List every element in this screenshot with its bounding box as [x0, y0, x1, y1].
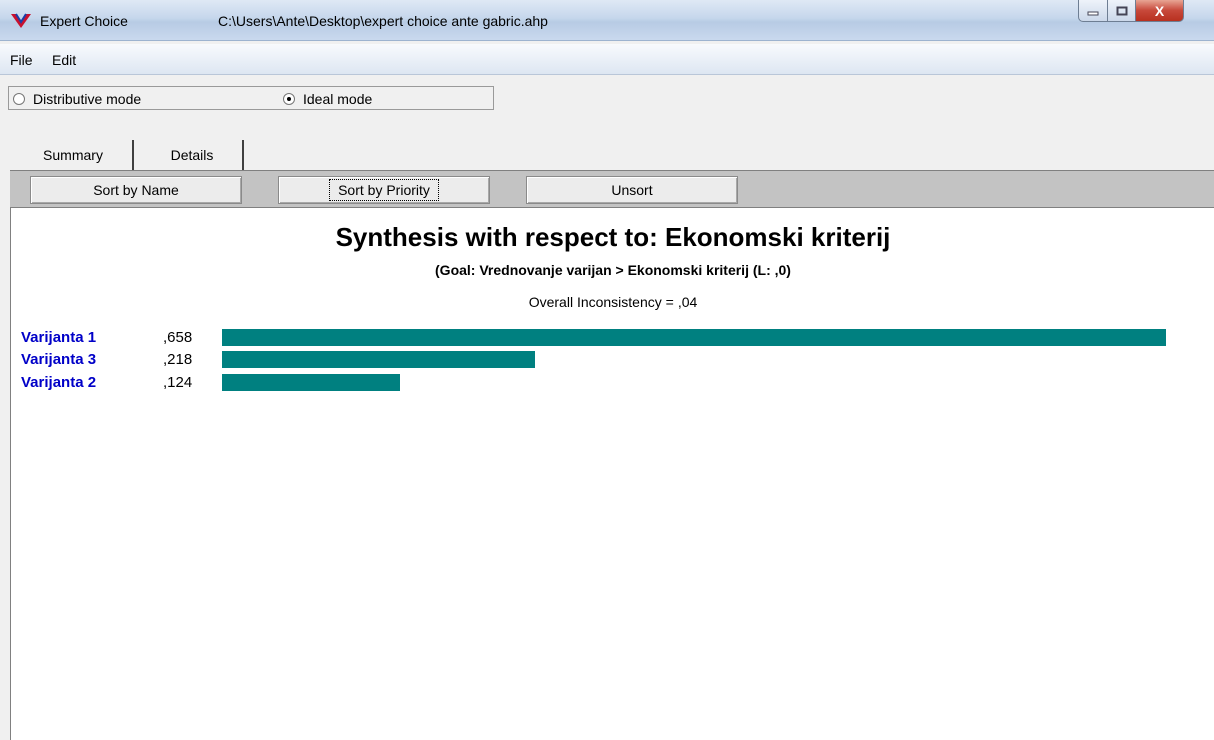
expert-choice-logo-icon: [11, 13, 31, 28]
radio-unchecked-icon: [13, 93, 25, 105]
priority-bar-row: Varijanta 3 ,218: [11, 349, 1214, 371]
minimize-icon: [1087, 11, 1099, 15]
priority-bar-row: Varijanta 2 ,124: [11, 372, 1214, 394]
tab-details-label: Details: [170, 147, 214, 163]
close-button[interactable]: X: [1136, 0, 1184, 22]
sort-by-priority-label: Sort by Priority: [329, 179, 439, 201]
inconsistency-label: Overall Inconsistency =: [528, 294, 674, 310]
menu-bar: File Edit: [0, 44, 1214, 75]
priority-bar-row: Varijanta 1 ,658: [11, 327, 1214, 349]
priority-bar: [222, 374, 400, 391]
priority-bar: [222, 329, 1166, 346]
unsort-label: Unsort: [611, 182, 653, 198]
distributive-mode-radio[interactable]: Distributive mode: [13, 91, 141, 107]
overall-inconsistency: Overall Inconsistency = ,04: [11, 294, 1214, 310]
menu-edit[interactable]: Edit: [52, 52, 76, 68]
inconsistency-value: ,04: [677, 294, 698, 310]
title-bar: Expert Choice C:\Users\Ante\Desktop\expe…: [0, 0, 1214, 41]
sort-toolbar: Sort by Name Sort by Priority Unsort: [10, 170, 1214, 208]
close-icon: X: [1154, 2, 1165, 19]
tab-summary-label: Summary: [43, 147, 103, 163]
priority-bar: [222, 351, 535, 368]
window-controls: X: [1078, 0, 1184, 22]
ideal-mode-label: Ideal mode: [303, 91, 373, 107]
mode-radio-group: Distributive mode Ideal mode: [8, 86, 494, 110]
alternative-name: Varijanta 3: [21, 351, 97, 368]
sort-by-name-button[interactable]: Sort by Name: [30, 176, 242, 204]
synthesis-panel: Synthesis with respect to: Ekonomski kri…: [10, 208, 1214, 740]
sort-by-name-label: Sort by Name: [93, 182, 179, 198]
sort-by-priority-button[interactable]: Sort by Priority: [278, 176, 490, 204]
maximize-icon: [1116, 6, 1127, 15]
alternative-name: Varijanta 2: [21, 374, 97, 391]
tab-details[interactable]: Details: [142, 140, 244, 170]
unsort-button[interactable]: Unsort: [526, 176, 738, 204]
alternative-name: Varijanta 1: [21, 329, 97, 346]
minimize-button[interactable]: [1078, 0, 1108, 22]
priority-value-label: ,124: [163, 374, 193, 391]
priority-value-label: ,218: [163, 351, 193, 368]
priority-value-label: ,658: [163, 329, 193, 346]
maximize-button[interactable]: [1108, 0, 1136, 22]
app-name: Expert Choice: [40, 13, 128, 29]
goal-path: (Goal: Vrednovanje varijan > Ekonomski k…: [435, 262, 791, 278]
menu-file[interactable]: File: [10, 52, 33, 68]
radio-checked-icon: [283, 93, 295, 105]
tab-summary[interactable]: Summary: [14, 140, 134, 170]
distributive-mode-label: Distributive mode: [33, 91, 142, 107]
file-path: C:\Users\Ante\Desktop\expert choice ante…: [218, 13, 548, 29]
ideal-mode-radio[interactable]: Ideal mode: [283, 91, 372, 107]
synthesis-title: Synthesis with respect to: Ekonomski kri…: [335, 222, 891, 252]
